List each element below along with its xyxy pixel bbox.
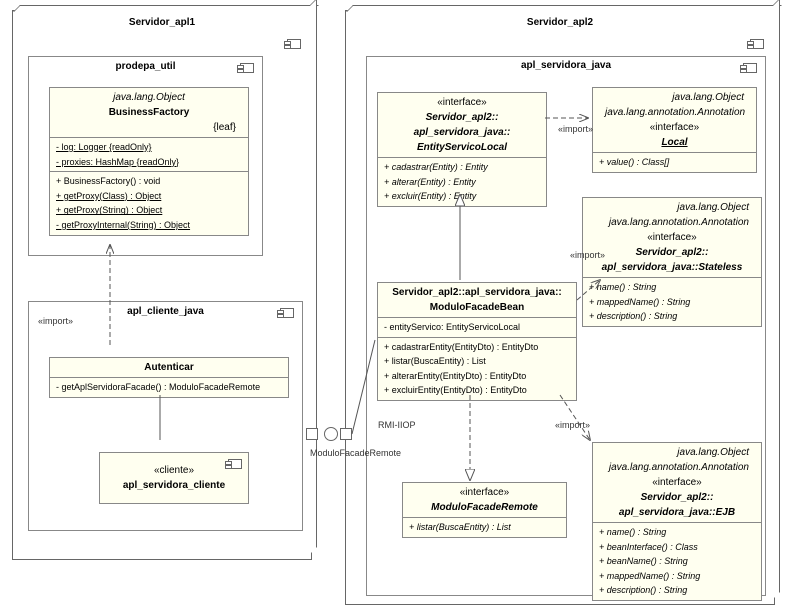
fr-stereo: «interface» bbox=[409, 485, 560, 500]
package-icon bbox=[240, 63, 254, 73]
label-import-2: «import» bbox=[558, 124, 593, 134]
class-apl-servidora-cliente: «cliente» apl_servidora_cliente bbox=[99, 452, 249, 504]
sl-p2: java.lang.annotation.Annotation bbox=[589, 215, 755, 230]
es-l1: Servidor_apl2:: bbox=[384, 110, 540, 125]
class-modulo-facade-bean: Servidor_apl2::apl_servidora_java:: Modu… bbox=[377, 282, 577, 401]
bf-parent: java.lang.Object bbox=[56, 90, 242, 105]
li-p2: java.lang.annotation.Annotation bbox=[599, 105, 750, 120]
li-op-0: + value() : Class[] bbox=[599, 155, 750, 170]
component-servidor-apl2: Servidor_apl2 apl_servidora_java «interf… bbox=[345, 10, 775, 605]
label-rmi: RMI-IIOP bbox=[378, 420, 416, 430]
ejb-op-1: + beanInterface() : Class bbox=[599, 540, 755, 555]
fb-l1: Servidor_apl2::apl_servidora_java:: bbox=[384, 285, 570, 300]
label-import-4: «import» bbox=[555, 420, 590, 430]
class-icon bbox=[228, 459, 242, 469]
li-stereo: «interface» bbox=[599, 120, 750, 135]
bf-op-3: - getProxyInternal(String) : Object bbox=[56, 218, 242, 233]
bf-op-1: + getProxy(Class) : Object bbox=[56, 189, 242, 204]
class-modulo-facade-remote: «interface» ModuloFacadeRemote + listar(… bbox=[402, 482, 567, 538]
sl-op-0: + name() : String bbox=[589, 280, 755, 295]
ejb-op-0: + name() : String bbox=[599, 525, 755, 540]
component-icon bbox=[287, 39, 301, 49]
bf-attr-0: - log: Logger {readOnly} bbox=[56, 140, 242, 155]
sl-stereo: «interface» bbox=[589, 230, 755, 245]
sl-op-1: + mappedName() : String bbox=[589, 295, 755, 310]
port-right bbox=[340, 428, 352, 440]
class-autenticar: Autenticar - getAplServidoraFacade() : M… bbox=[49, 357, 289, 398]
package-icon bbox=[280, 308, 294, 318]
aut-op-0: - getAplServidoraFacade() : ModuloFacade… bbox=[56, 380, 282, 395]
sl-op-2: + description() : String bbox=[589, 309, 755, 324]
pkg-util-title: prodepa_util bbox=[29, 57, 262, 76]
label-facade-remote: ModuloFacadeRemote bbox=[310, 448, 401, 458]
package-icon bbox=[743, 63, 757, 73]
fb-op-0: + cadastrarEntity(EntityDto) : EntityDto bbox=[384, 340, 570, 355]
aut-name: Autenticar bbox=[56, 360, 282, 375]
port-left bbox=[306, 428, 318, 440]
fb-name: ModuloFacadeBean bbox=[384, 300, 570, 315]
ejb-op-4: + description() : String bbox=[599, 583, 755, 598]
ejb-op-2: + beanName() : String bbox=[599, 554, 755, 569]
es-name: EntityServicoLocal bbox=[384, 140, 540, 155]
servidor-apl2-title: Servidor_apl2 bbox=[346, 11, 774, 34]
port-circle bbox=[324, 427, 338, 441]
fb-op-1: + listar(BuscaEntity) : List bbox=[384, 354, 570, 369]
es-op-0: + cadastrar(Entity) : Entity bbox=[384, 160, 540, 175]
component-servidor-apl1: Servidor_apl1 prodepa_util java.lang.Obj… bbox=[12, 10, 312, 560]
ejb-p2: java.lang.annotation.Annotation bbox=[599, 460, 755, 475]
bf-tag: {leaf} bbox=[56, 120, 242, 135]
label-import-3: «import» bbox=[570, 250, 605, 260]
component-icon bbox=[750, 39, 764, 49]
es-op-2: + excluir(Entity) : Entity bbox=[384, 189, 540, 204]
package-apl-cliente-java: apl_cliente_java Autenticar - getAplServ… bbox=[28, 301, 303, 531]
ejb-op-3: + mappedName() : String bbox=[599, 569, 755, 584]
label-import-1: «import» bbox=[38, 316, 73, 326]
sc-name: apl_servidora_cliente bbox=[104, 478, 244, 493]
es-l2: apl_servidora_java:: bbox=[384, 125, 540, 140]
servidor-apl1-title: Servidor_apl1 bbox=[13, 11, 311, 34]
bf-op-0: + BusinessFactory() : void bbox=[56, 174, 242, 189]
es-op-1: + alterar(Entity) : Entity bbox=[384, 175, 540, 190]
bf-op-2: + getProxy(String) : Object bbox=[56, 203, 242, 218]
fr-op-0: + listar(BuscaEntity) : List bbox=[409, 520, 560, 535]
package-apl-servidora-java-box: «interface» Servidor_apl2:: apl_servidor… bbox=[366, 56, 766, 596]
fb-op-2: + alterarEntity(EntityDto) : EntityDto bbox=[384, 369, 570, 384]
class-ejb-interface: java.lang.Object java.lang.annotation.An… bbox=[592, 442, 762, 601]
class-local-interface: java.lang.Object java.lang.annotation.An… bbox=[592, 87, 757, 173]
ejb-stereo: «interface» bbox=[599, 475, 755, 490]
bf-attr-1: - proxies: HashMap {readOnly} bbox=[56, 155, 242, 170]
ejb-p1: java.lang.Object bbox=[599, 445, 755, 460]
fb-attr-0: - entityServico: EntityServicoLocal bbox=[384, 320, 570, 335]
sc-stereotype: «cliente» bbox=[104, 463, 244, 478]
sl-l1: Servidor_apl2:: bbox=[589, 245, 755, 260]
sl-p1: java.lang.Object bbox=[589, 200, 755, 215]
es-stereo: «interface» bbox=[384, 95, 540, 110]
sl-l2: apl_servidora_java::Stateless bbox=[589, 260, 755, 275]
class-business-factory: java.lang.Object BusinessFactory {leaf} … bbox=[49, 87, 249, 236]
fr-name: ModuloFacadeRemote bbox=[409, 500, 560, 515]
ejb-l1: Servidor_apl2:: bbox=[599, 490, 755, 505]
ejb-l2: apl_servidora_java::EJB bbox=[599, 505, 755, 520]
bf-name: BusinessFactory bbox=[56, 105, 242, 120]
fb-op-3: + excluirEntity(EntityDto) : EntityDto bbox=[384, 383, 570, 398]
class-entity-servico-local: «interface» Servidor_apl2:: apl_servidor… bbox=[377, 92, 547, 207]
class-stateless-interface: java.lang.Object java.lang.annotation.An… bbox=[582, 197, 762, 327]
package-prodepa-util: prodepa_util java.lang.Object BusinessFa… bbox=[28, 56, 263, 256]
li-p1: java.lang.Object bbox=[599, 90, 750, 105]
li-name: Local bbox=[599, 135, 750, 150]
